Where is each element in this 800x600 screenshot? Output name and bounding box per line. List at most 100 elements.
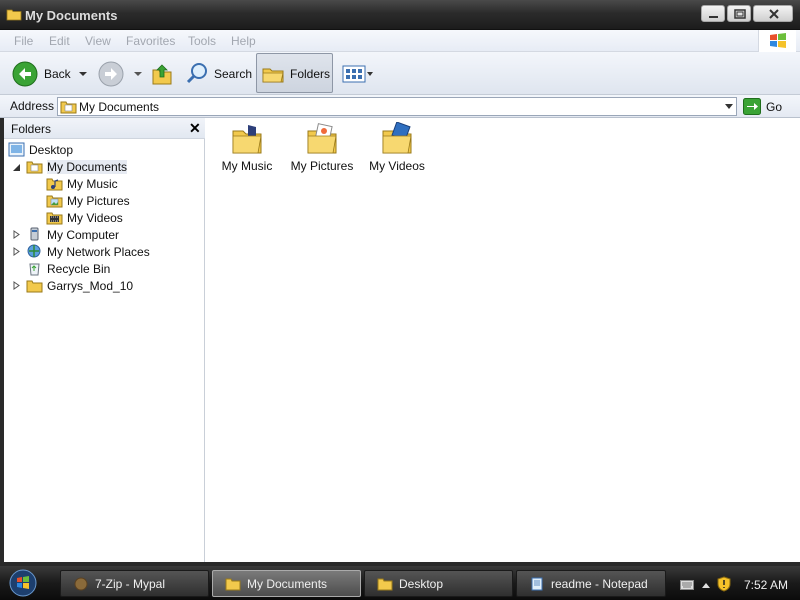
menu-view[interactable]: View (85, 34, 111, 48)
close-button[interactable] (753, 5, 793, 22)
expand-arrow-icon[interactable] (12, 247, 21, 256)
tree-label: My Network Places (47, 244, 150, 259)
music-folder-icon (46, 178, 63, 191)
task-label: Desktop (399, 576, 444, 591)
expand-arrow-icon[interactable] (12, 281, 21, 290)
collapse-arrow-icon[interactable] (12, 163, 21, 172)
recycle-bin-icon (29, 263, 40, 276)
view-list-icon (342, 65, 366, 82)
computer-icon (30, 227, 39, 241)
chevron-down-icon (367, 71, 373, 76)
folder-icon (6, 9, 22, 21)
folders-pane-header: Folders ✕ (4, 118, 205, 139)
task-label: readme - Notepad (551, 576, 648, 591)
folders-pane: Folders ✕ Desktop My Documents My Music (4, 118, 205, 562)
my-documents-icon (60, 101, 77, 114)
views-button[interactable] (342, 52, 374, 95)
folders-pane-title: Folders (11, 122, 52, 136)
shield-icon[interactable] (717, 576, 731, 592)
task-my-documents[interactable]: My Documents (212, 570, 361, 597)
task-notepad[interactable]: readme - Notepad (516, 570, 666, 597)
folder-icon (26, 280, 43, 293)
address-bar: Address My Documents Go (0, 95, 800, 118)
forward-button[interactable] (98, 52, 124, 95)
tree-item-my-videos[interactable]: My Videos (46, 209, 123, 226)
file-view: My Music My Pictures My Videos (205, 118, 800, 562)
title-bar: My Documents (0, 0, 800, 30)
folder-icon (377, 578, 393, 590)
file-label: My Videos (369, 159, 425, 173)
address-label: Address (10, 99, 55, 113)
clock: 7:52 AM (744, 578, 789, 592)
app-icon (74, 577, 88, 590)
music-folder-icon (232, 125, 262, 154)
address-dropdown-icon[interactable] (725, 104, 733, 109)
notepad-icon (531, 577, 543, 590)
file-item-my-videos[interactable]: My Videos (357, 118, 437, 173)
desktop-icon (8, 142, 25, 157)
tree-item-my-pictures[interactable]: My Pictures (46, 192, 130, 209)
search-button[interactable]: Search (185, 52, 252, 95)
close-pane-icon[interactable]: ✕ (189, 120, 201, 137)
search-icon (186, 62, 207, 83)
folders-button[interactable]: Folders (256, 53, 333, 93)
my-documents-icon (26, 161, 43, 174)
keyboard-icon[interactable] (680, 580, 694, 590)
go-arrow-icon (743, 98, 761, 115)
tree-label: My Videos (67, 210, 123, 225)
restore-icon (734, 9, 746, 19)
tree-item-my-network-places[interactable]: My Network Places (26, 243, 150, 260)
toolbar: Back Search Folders (0, 52, 800, 95)
back-arrow-icon (12, 61, 38, 86)
file-item-my-pictures[interactable]: My Pictures (282, 118, 362, 173)
chevron-down-icon (79, 71, 87, 76)
menu-favorites[interactable]: Favorites (126, 34, 175, 48)
restore-button[interactable] (727, 5, 751, 22)
tree-label: My Computer (47, 227, 120, 242)
address-value: My Documents (79, 100, 160, 114)
back-button[interactable]: Back (12, 52, 71, 95)
menu-tools[interactable]: Tools (188, 34, 216, 48)
task-label: 7-Zip - Mypal (95, 576, 166, 591)
task-label: My Documents (247, 576, 328, 591)
minimize-icon (709, 16, 718, 18)
back-label: Back (44, 66, 71, 81)
chevron-up-icon[interactable] (701, 581, 711, 589)
file-item-my-music[interactable]: My Music (207, 118, 287, 173)
search-label: Search (214, 66, 253, 81)
file-label: My Music (221, 159, 273, 173)
task-desktop[interactable]: Desktop (364, 570, 513, 597)
chevron-down-icon (134, 71, 142, 76)
folders-label: Folders (290, 66, 331, 81)
task-7zip[interactable]: 7-Zip - Mypal (60, 570, 209, 597)
tree-item-garrys-mod[interactable]: Garrys_Mod_10 (26, 277, 133, 294)
tree-label: My Music (67, 176, 118, 191)
tree-label: My Pictures (67, 193, 130, 208)
videos-folder-icon (382, 122, 412, 154)
expand-arrow-icon[interactable] (12, 230, 21, 239)
tree-item-desktop[interactable]: Desktop (8, 141, 73, 158)
back-dropdown[interactable] (78, 52, 88, 95)
start-button-icon[interactable] (6, 568, 40, 598)
close-icon (769, 9, 779, 19)
up-folder-icon (152, 63, 172, 84)
menu-edit[interactable]: Edit (49, 34, 70, 48)
minimize-button[interactable] (701, 5, 725, 22)
pictures-folder-icon (46, 195, 63, 208)
tree-item-my-computer[interactable]: My Computer (26, 226, 119, 243)
forward-dropdown[interactable] (133, 52, 143, 95)
up-folder-button[interactable] (151, 52, 173, 95)
menu-file[interactable]: File (14, 34, 33, 48)
tree-label: Garrys_Mod_10 (47, 278, 134, 293)
network-icon (27, 244, 41, 258)
tree-item-my-documents[interactable]: My Documents (26, 158, 128, 175)
taskbar: 7-Zip - Mypal My Documents Desktop readm… (0, 566, 800, 600)
address-input[interactable]: My Documents (57, 97, 737, 116)
file-label: My Pictures (290, 159, 354, 173)
tree-item-recycle-bin[interactable]: Recycle Bin (26, 260, 110, 277)
go-button[interactable]: Go (743, 98, 782, 115)
forward-arrow-icon (98, 61, 124, 86)
menu-help[interactable]: Help (231, 34, 256, 48)
tree-item-my-music[interactable]: My Music (46, 175, 118, 192)
videos-folder-icon (46, 212, 63, 225)
